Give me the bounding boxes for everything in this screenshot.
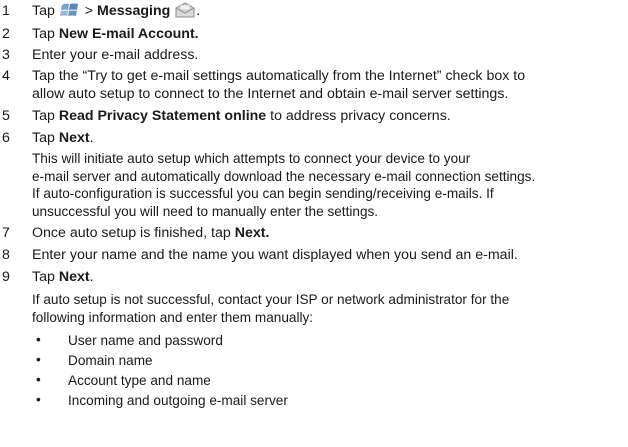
note-line: unsuccessful you will need to manually e… [32, 204, 379, 220]
step-text-pre: Tap [32, 26, 59, 42]
step-number: 2 [2, 26, 10, 42]
step-number: 7 [2, 225, 10, 241]
step-bold: Next [58, 269, 90, 285]
step-text-post: . [196, 3, 201, 19]
step-6-note: This will initiate auto setup which atte… [32, 150, 624, 221]
step-text: Enter your name and the name you want di… [32, 247, 518, 263]
bullet-marker: • [36, 332, 41, 347]
note-line: If auto setup is not successful, contact… [32, 292, 510, 307]
step-bold: New E-mail Account. [58, 26, 199, 42]
step-text-line-2: allow auto setup to connect to the Inter… [32, 86, 509, 102]
step-text-pre: Tap [32, 130, 59, 146]
bullet-marker: • [36, 372, 41, 387]
windows-start-icon [59, 2, 81, 23]
step-number: 8 [2, 247, 10, 263]
step-text-pre: Tap [32, 3, 59, 19]
bullet-marker: • [36, 352, 41, 367]
step-text: Tap Next. [32, 268, 622, 286]
note-line: e-mail server and automatically download… [32, 168, 536, 184]
step-number: 6 [2, 130, 10, 146]
step-text: Enter your e-mail address. [32, 47, 199, 63]
step-text-pre: Tap [32, 108, 59, 124]
step-bold: Next [58, 130, 90, 146]
step-number: 3 [2, 47, 10, 63]
bullet-text: Incoming and outgoing e-mail server [68, 393, 288, 408]
step-text-post: . [89, 269, 94, 285]
step-number: 1 [2, 3, 10, 19]
step-text-mid: > [80, 3, 97, 19]
note-line: This will initiate auto setup which atte… [32, 151, 471, 166]
step-bold: Next. [234, 225, 270, 241]
bullet-text: Domain name [68, 353, 153, 368]
step-text-post: . [89, 130, 94, 146]
step-number: 5 [2, 108, 10, 124]
step-text: Once auto setup is finished, tap Next. [32, 224, 622, 242]
envelope-icon [174, 2, 196, 23]
step-9-note: If auto setup is not successful, contact… [32, 291, 624, 326]
step-number: 4 [2, 68, 10, 84]
bullet-text: User name and password [68, 333, 223, 348]
bullet-marker: • [36, 392, 41, 407]
step-text-line-1: Tap the “Try to get e-mail settings auto… [32, 68, 526, 84]
step-text: Tap Read Privacy Statement online to add… [32, 107, 622, 125]
note-line: If auto-configuration is successful you … [32, 186, 494, 202]
step-bold: Read Privacy Statement online [58, 108, 267, 124]
instruction-document: 1 Tap > Messaging . 2 Tap New E-mail Acc… [0, 0, 628, 447]
note-line: following information and enter them man… [32, 309, 314, 325]
step-text: Tap Next. [32, 129, 622, 147]
bullet-text: Account type and name [68, 373, 211, 388]
step-bold: Messaging [97, 3, 171, 19]
step-text-pre: Once auto setup is finished, tap [32, 225, 235, 241]
step-text: Tap > Messaging . [32, 2, 622, 23]
step-number: 9 [2, 269, 10, 285]
step-text-post: to address privacy concerns. [266, 108, 451, 124]
step-text: Tap New E-mail Account. [32, 25, 622, 43]
step-text-pre: Tap [32, 269, 59, 285]
